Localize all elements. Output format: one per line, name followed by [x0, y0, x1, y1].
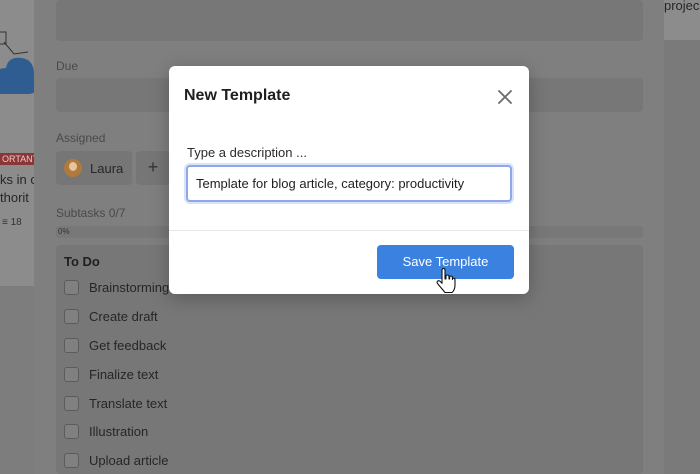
- avatar: [64, 159, 82, 177]
- card-title-line: thorit: [0, 190, 29, 205]
- background-board-left: ORTANT ks in c thorit ≡ 18: [0, 0, 34, 474]
- assigned-label: Assigned: [56, 131, 106, 145]
- list-icon: ≡: [2, 217, 8, 228]
- close-icon: [498, 90, 512, 104]
- checkbox[interactable]: [64, 423, 79, 439]
- assignee-chip[interactable]: Laura: [56, 151, 132, 185]
- todo-item[interactable]: Translate text: [64, 392, 167, 414]
- background-board-right: projec: [664, 0, 700, 474]
- todo-list-title: To Do: [64, 254, 100, 269]
- checkbox[interactable]: [64, 452, 79, 468]
- priority-badge: ORTANT: [0, 153, 34, 165]
- checkbox[interactable]: [64, 279, 79, 295]
- todo-item[interactable]: Upload article: [64, 449, 169, 471]
- subtasks-label: Subtasks 0/7: [56, 206, 126, 220]
- divider: [169, 230, 529, 231]
- todo-item[interactable]: Brainstorming: [64, 276, 169, 298]
- todo-item[interactable]: Finalize text: [64, 363, 158, 385]
- todo-item-label: Illustration: [89, 423, 149, 439]
- cloud-illustration-icon: [0, 31, 34, 94]
- new-template-dialog: New Template Type a description ... Save…: [169, 66, 529, 294]
- todo-item-label: Upload article: [89, 452, 169, 468]
- card-title-line: projec: [664, 0, 700, 13]
- description-field[interactable]: [56, 0, 643, 41]
- description-input[interactable]: [186, 165, 512, 202]
- todo-item-label: Translate text: [89, 395, 168, 411]
- todo-item-label: Brainstorming: [89, 279, 170, 295]
- checkbox[interactable]: [64, 366, 79, 382]
- dialog-title: New Template: [184, 87, 291, 104]
- hand-pointer-icon: [436, 268, 456, 294]
- assignee-name: Laura: [90, 160, 124, 176]
- todo-item-label: Get feedback: [89, 337, 167, 353]
- description-label: Type a description ...: [187, 145, 307, 160]
- todo-item[interactable]: Create draft: [64, 305, 158, 327]
- card-title-line: ks in c: [0, 172, 34, 187]
- todo-item-label: Create draft: [89, 308, 158, 324]
- todo-item-label: Finalize text: [89, 366, 159, 382]
- card-meta-count: 18: [10, 217, 22, 228]
- close-button[interactable]: [495, 87, 515, 107]
- progress-label: 0%: [58, 227, 70, 236]
- todo-item[interactable]: Get feedback: [64, 334, 166, 356]
- due-label: Due: [56, 59, 79, 73]
- checkbox[interactable]: [64, 308, 79, 324]
- card-meta: ≡ 18: [2, 217, 22, 228]
- add-assignee-button[interactable]: +: [136, 151, 170, 185]
- todo-item[interactable]: Illustration: [64, 420, 148, 442]
- checkbox[interactable]: [64, 395, 79, 411]
- checkbox[interactable]: [64, 337, 79, 353]
